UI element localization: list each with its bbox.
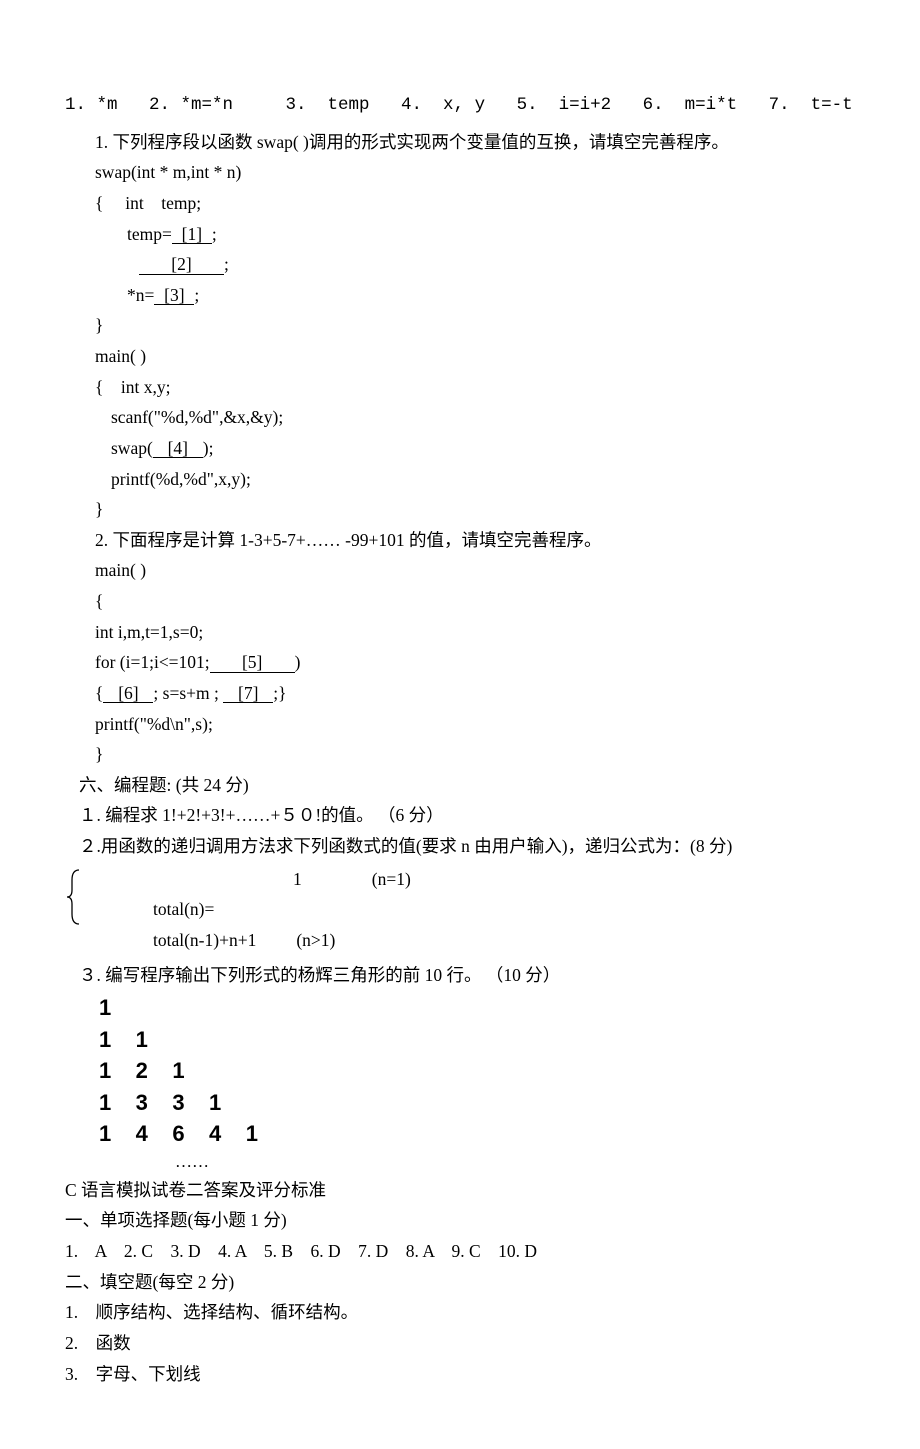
q2-code-l2: { — [65, 586, 855, 617]
q1-code-l10: swap([4]); — [65, 433, 855, 464]
q1-code-l8: { int x,y; — [65, 372, 855, 403]
q1-code-l5: *n=[3]; — [65, 280, 855, 311]
pascal-row-4: 1 3 3 1 — [65, 1089, 855, 1117]
answers-s2-2: 2. 函数 — [65, 1328, 855, 1359]
q1-code-l1: swap(int * m,int * n) — [65, 157, 855, 188]
formula-row3: total(n-1)+n+1 (n>1) — [153, 925, 855, 956]
q2-prompt: 2. 下面程序是计算 1-3+5-7+…… -99+101 的值，请填空完善程序… — [65, 525, 855, 556]
blank-2: [2] — [139, 255, 224, 274]
formula-row2: total(n)= — [153, 894, 855, 925]
q1-code-l6: } — [65, 310, 855, 341]
q2-code-l6: printf("%d\n",s); — [65, 709, 855, 740]
q1-code-l2: { int temp; — [65, 188, 855, 219]
q1-code-l11: printf(%d,%d",x,y); — [65, 464, 855, 495]
text: ); — [203, 438, 214, 458]
answers-title: C 语言模拟试卷二答案及评分标准 — [65, 1175, 855, 1206]
text: ; — [224, 254, 229, 274]
section6-p2: ２.用函数的递归调用方法求下列函数式的值(要求 n 由用户输入)，递归公式为：(… — [65, 831, 855, 862]
q1-prompt: 1. 下列程序段以函数 swap( )调用的形式实现两个变量值的互换，请填空完善… — [65, 127, 855, 158]
formula-n1: (n=1) — [372, 869, 411, 889]
blank-1: [1] — [172, 225, 212, 244]
blank-7: [7] — [223, 684, 273, 703]
pascal-row-5: 1 4 6 4 1 — [65, 1120, 855, 1148]
blank-3: [3] — [154, 286, 194, 305]
q1-code-l9: scanf("%d,%d",&x,&y); — [65, 402, 855, 433]
blank-4: [4] — [153, 439, 203, 458]
q1-code-l12: } — [65, 494, 855, 525]
section6-p1: １. 编程求 1!+2!+3!+……+５０!的值。 （6 分） — [65, 800, 855, 831]
formula-total: total(n)= — [153, 899, 214, 919]
q1-code-l4: [2]; — [65, 249, 855, 280]
answers-s2-heading: 二、填空题(每空 2 分) — [65, 1267, 855, 1298]
blank-6: [6] — [103, 684, 153, 703]
recursive-formula: 1 (n=1) total(n)= total(n-1)+n+1 (n>1) — [65, 864, 855, 956]
pascal-row-3: 1 2 1 — [65, 1057, 855, 1085]
pascal-row-1: 1 — [65, 994, 855, 1022]
answers-s1-heading: 一、单项选择题(每小题 1 分) — [65, 1205, 855, 1236]
text: ) — [295, 652, 301, 672]
text: temp= — [127, 224, 172, 244]
q2-code-l4: for (i=1;i<=101;[5]) — [65, 647, 855, 678]
blank-5: [5] — [210, 653, 295, 672]
formula-row1: 1 (n=1) — [153, 864, 855, 895]
text: *n= — [127, 285, 154, 305]
text: swap( — [111, 438, 153, 458]
pascal-row-2: 1 1 — [65, 1026, 855, 1054]
answers-s1-list: 1. A 2. C 3. D 4. A 5. B 6. D 7. D 8. A … — [65, 1236, 855, 1267]
q1-code-l7: main( ) — [65, 341, 855, 372]
top-answers-line: 1. *m 2. *m=*n 3. temp 4. x, y 5. i=i+2 … — [65, 90, 855, 121]
formula-1: 1 — [293, 869, 302, 889]
section6-heading: 六、编程题: (共 24 分) — [65, 770, 855, 801]
q2-code-l5: {[6]; s=s+m ; [7];} — [65, 678, 855, 709]
text: ; — [194, 285, 199, 305]
text: ; — [212, 224, 217, 244]
text: ;} — [273, 683, 286, 703]
formula-ngt1: (n>1) — [296, 930, 335, 950]
q2-code-l7: } — [65, 739, 855, 770]
q2-code-l1: main( ) — [65, 555, 855, 586]
text: ; s=s+m ; — [153, 683, 223, 703]
section6-p3: ３. 编写程序输出下列形式的杨辉三角形的前 10 行。 （10 分） — [65, 960, 855, 991]
left-brace-icon — [65, 868, 83, 926]
formula-rec: total(n-1)+n+1 — [153, 930, 256, 950]
text: for (i=1;i<=101; — [95, 652, 210, 672]
pascal-dots: …… — [65, 1148, 855, 1175]
text: { — [95, 683, 103, 703]
q1-code-l3: temp=[1]; — [65, 219, 855, 250]
q2-code-l3: int i,m,t=1,s=0; — [65, 617, 855, 648]
answers-s2-3: 3. 字母、下划线 — [65, 1359, 855, 1390]
